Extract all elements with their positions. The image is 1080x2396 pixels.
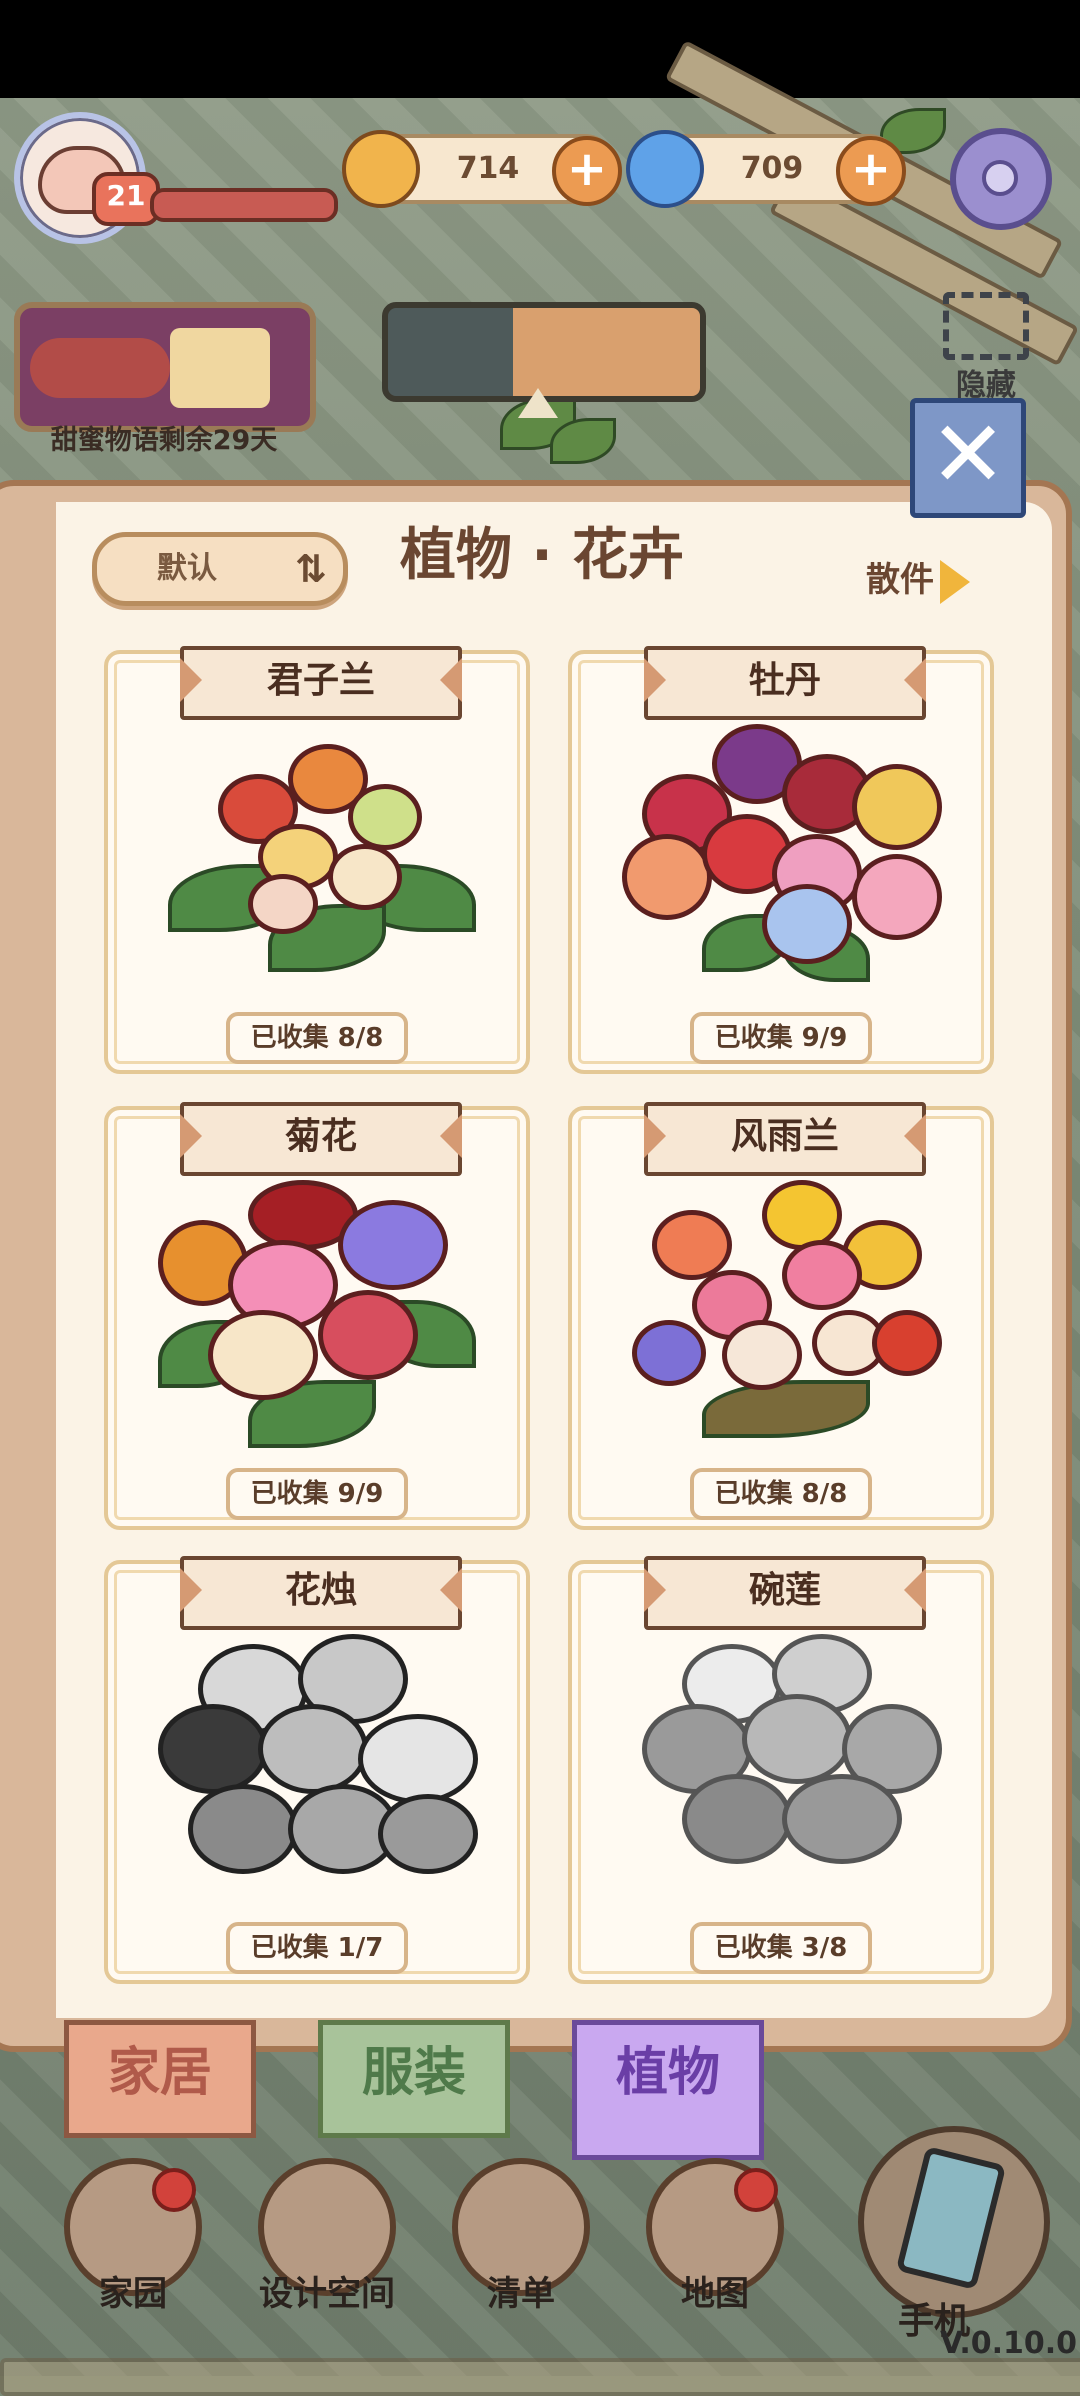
status-bar — [0, 0, 1080, 98]
card-title: 碗莲 — [748, 1570, 821, 1611]
add-coins-button[interactable]: + — [552, 136, 622, 206]
collection-count: 已收集 1/7 — [226, 1922, 408, 1974]
nav-garden-label: 家园 — [99, 2274, 167, 2314]
card-title: 君子兰 — [266, 660, 375, 701]
gem-value: 709 — [740, 151, 804, 186]
card-title-banner: 风雨兰 — [644, 1102, 926, 1176]
nav-checklist-label: 清单 — [487, 2274, 555, 2314]
peony-flower-image — [622, 724, 942, 984]
event-remaining-text: 甜蜜物语剩余29天 — [50, 425, 278, 456]
notification-dot — [152, 2168, 196, 2212]
card-title-banner: 牡丹 — [644, 646, 926, 720]
tab-plants[interactable]: 植物 — [572, 2020, 764, 2160]
flower-card[interactable]: 君子兰 已收集 8/8 — [104, 646, 530, 1074]
bulk-items-link[interactable]: 散件 — [866, 548, 970, 612]
collection-count: 已收集 9/9 — [226, 1468, 408, 1520]
nav-design-label: 设计空间 — [259, 2274, 395, 2314]
bulk-items-label: 散件 — [866, 560, 934, 600]
flower-card[interactable]: 风雨兰 已收集 8/8 — [568, 1102, 994, 1530]
nav-checklist[interactable]: 清单 — [446, 2158, 596, 2314]
clivia-flower-image — [158, 724, 476, 984]
card-title: 牡丹 — [748, 660, 821, 701]
weather-time-indicator[interactable] — [382, 302, 706, 402]
tab-clothing[interactable]: 服装 — [318, 2020, 510, 2138]
nav-garden[interactable]: 家园 — [58, 2158, 208, 2314]
card-title: 菊花 — [284, 1116, 357, 1157]
bowl-lotus-flower-image-locked — [622, 1634, 942, 1894]
card-title: 风雨兰 — [730, 1116, 839, 1157]
sort-button[interactable]: 默认 ⇅ — [92, 532, 348, 606]
caret-up-icon — [518, 388, 558, 418]
nav-map[interactable]: 地图 — [640, 2158, 790, 2314]
nav-design-space[interactable]: 设计空间 — [252, 2158, 402, 2314]
flower-card[interactable]: 菊花 已收集 9/9 — [104, 1102, 530, 1530]
card-title: 花烛 — [284, 1570, 357, 1611]
collection-count: 已收集 8/8 — [226, 1012, 408, 1064]
tab-home-furnishing[interactable]: 家居 — [64, 2020, 256, 2138]
flower-card[interactable]: 碗莲 已收集 3/8 — [568, 1556, 994, 1984]
sort-arrows-icon: ⇅ — [295, 547, 327, 591]
coin-value: 714 — [456, 151, 520, 186]
version-label: V.0.10.0 — [940, 2326, 1078, 2361]
event-sofa-image — [30, 338, 170, 398]
collection-count: 已收集 9/9 — [690, 1012, 872, 1064]
flower-card[interactable]: 花烛 已收集 1/7 — [104, 1556, 530, 1984]
rain-lily-flower-image — [622, 1180, 942, 1440]
arrow-right-icon — [940, 559, 970, 604]
coin-counter: 714 + — [342, 130, 622, 208]
page-title: 植物 · 花卉 — [399, 523, 685, 588]
event-cake-image — [170, 328, 270, 408]
card-title-banner: 碗莲 — [644, 1556, 926, 1630]
nav-map-label: 地图 — [681, 2274, 749, 2314]
spiral-gem-icon — [626, 130, 704, 208]
close-button[interactable]: ✕ — [910, 398, 1026, 518]
frame-corners-icon — [943, 292, 1029, 360]
collection-count: 已收集 3/8 — [690, 1922, 872, 1974]
card-title-banner: 花烛 — [180, 1556, 462, 1630]
card-title-banner: 君子兰 — [180, 646, 462, 720]
event-banner[interactable] — [14, 302, 316, 432]
notification-dot — [734, 2168, 778, 2212]
card-title-banner: 菊花 — [180, 1102, 462, 1176]
add-gems-button[interactable]: + — [836, 136, 906, 206]
sort-label: 默认 — [157, 551, 217, 586]
settings-gear-icon[interactable] — [950, 128, 1052, 230]
anthurium-flower-image-locked — [158, 1634, 478, 1894]
gem-counter: 709 + — [626, 130, 906, 208]
coin-icon — [342, 130, 420, 208]
nav-phone[interactable]: 手机 — [858, 2126, 1050, 2342]
collection-count: 已收集 8/8 — [690, 1468, 872, 1520]
hide-ui-button[interactable]: 隐藏 — [934, 286, 1038, 403]
experience-bar — [150, 188, 338, 222]
flower-card[interactable]: 牡丹 已收集 9/9 — [568, 646, 994, 1074]
chrysanthemum-flower-image — [158, 1180, 476, 1448]
